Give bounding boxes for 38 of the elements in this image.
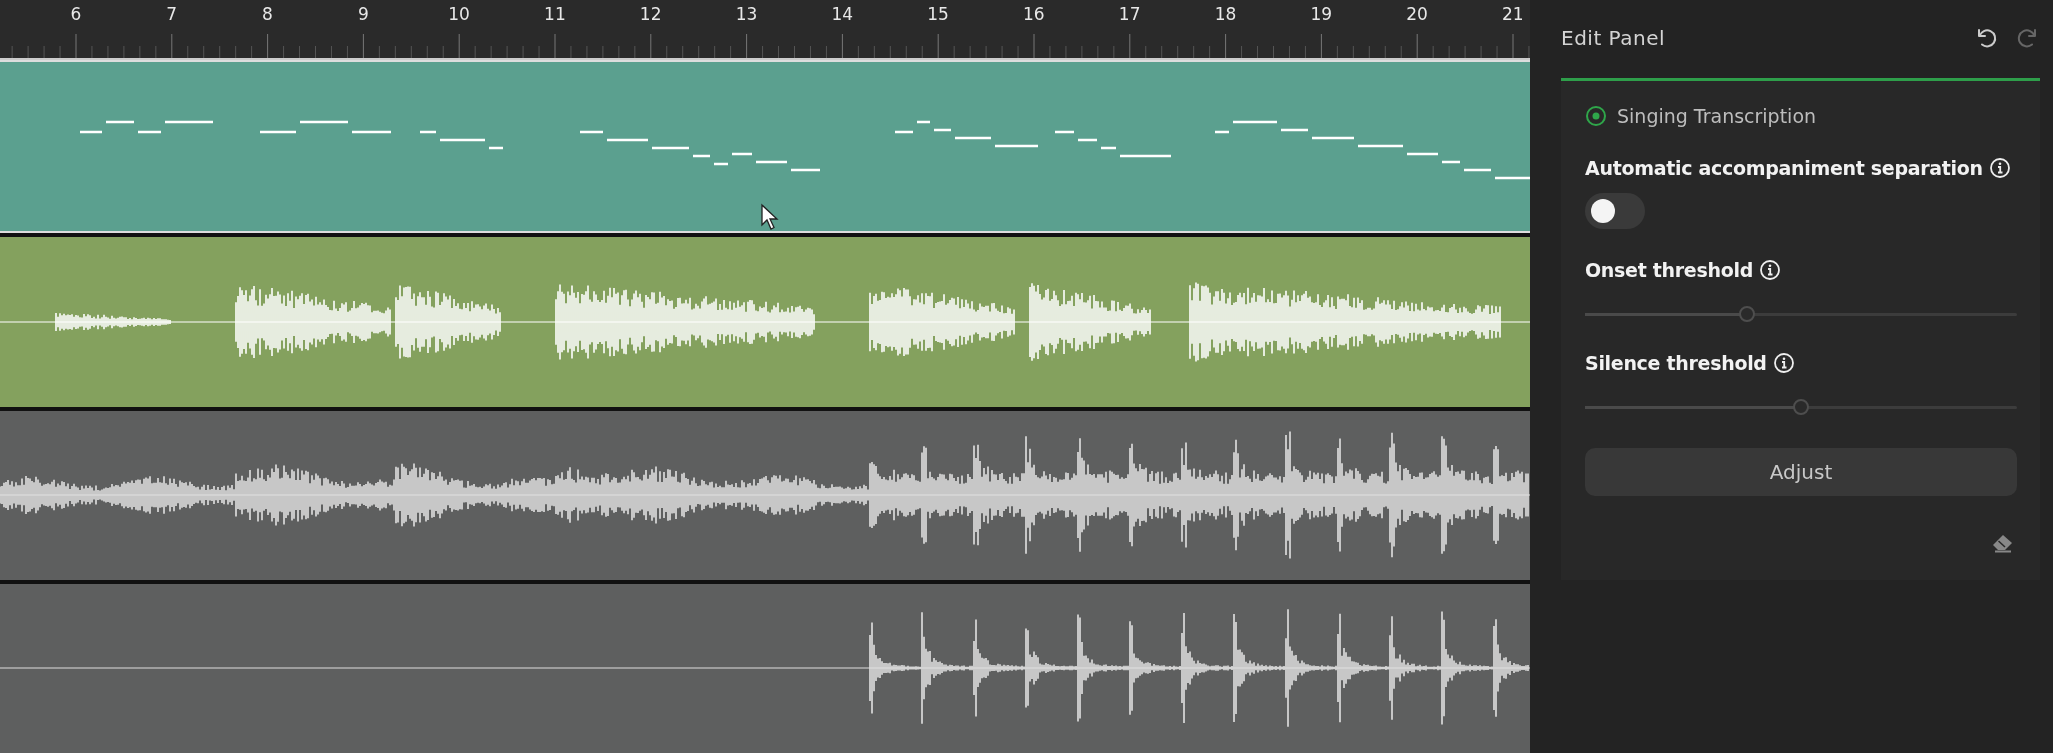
ruler-label: 15 xyxy=(926,4,950,24)
ruler-label: 13 xyxy=(734,4,759,24)
ruler-label: 17 xyxy=(1117,4,1142,24)
info-icon[interactable] xyxy=(1988,157,2011,179)
track-lane[interactable] xyxy=(0,237,1530,407)
ruler-label: 14 xyxy=(830,4,855,24)
ruler-label: 12 xyxy=(638,4,663,24)
mouse-cursor-icon xyxy=(760,203,780,231)
ruler-label: 20 xyxy=(1405,4,1429,24)
ruler-label: 16 xyxy=(1022,4,1046,24)
adjust-button[interactable]: Adjust xyxy=(1585,448,2017,496)
eraser-icon[interactable] xyxy=(1991,534,2013,554)
track-lane[interactable] xyxy=(0,410,1530,580)
slider-thumb[interactable] xyxy=(1739,306,1755,322)
radio-button[interactable] xyxy=(1585,105,1607,127)
ruler-label: 19 xyxy=(1309,4,1334,24)
setting-label: Automatic accompaniment separation xyxy=(1585,157,1983,179)
setting-label: Silence threshold xyxy=(1585,352,1767,374)
ruler-label: 11 xyxy=(543,4,567,24)
toggle-switch[interactable] xyxy=(1585,193,1645,229)
slider-track[interactable] xyxy=(1585,306,2017,322)
ruler-label: 7 xyxy=(165,4,179,24)
info-icon[interactable] xyxy=(1758,259,1781,281)
ruler-label: 9 xyxy=(356,4,370,24)
slider-thumb[interactable] xyxy=(1793,399,1809,415)
mode-label: Singing Transcription xyxy=(1617,105,1817,127)
ruler-label: 21 xyxy=(1501,4,1525,24)
slider-track[interactable] xyxy=(1585,399,2017,415)
ruler-label: 8 xyxy=(261,4,274,24)
ruler-label: 10 xyxy=(447,4,471,24)
ruler-label: 18 xyxy=(1213,4,1238,24)
track-lane[interactable] xyxy=(0,583,1530,753)
setting-label: Onset threshold xyxy=(1585,259,1753,281)
panel-title: Edit Panel xyxy=(1561,26,1666,50)
timeline-ruler[interactable]: 6 7 8 9 10 11 12 13 14 15 16 17 18 19 20 21 xyxy=(0,0,1530,60)
ruler-label: 6 xyxy=(69,4,83,24)
track-lane[interactable] xyxy=(0,60,1530,234)
info-icon[interactable] xyxy=(1772,352,1795,374)
